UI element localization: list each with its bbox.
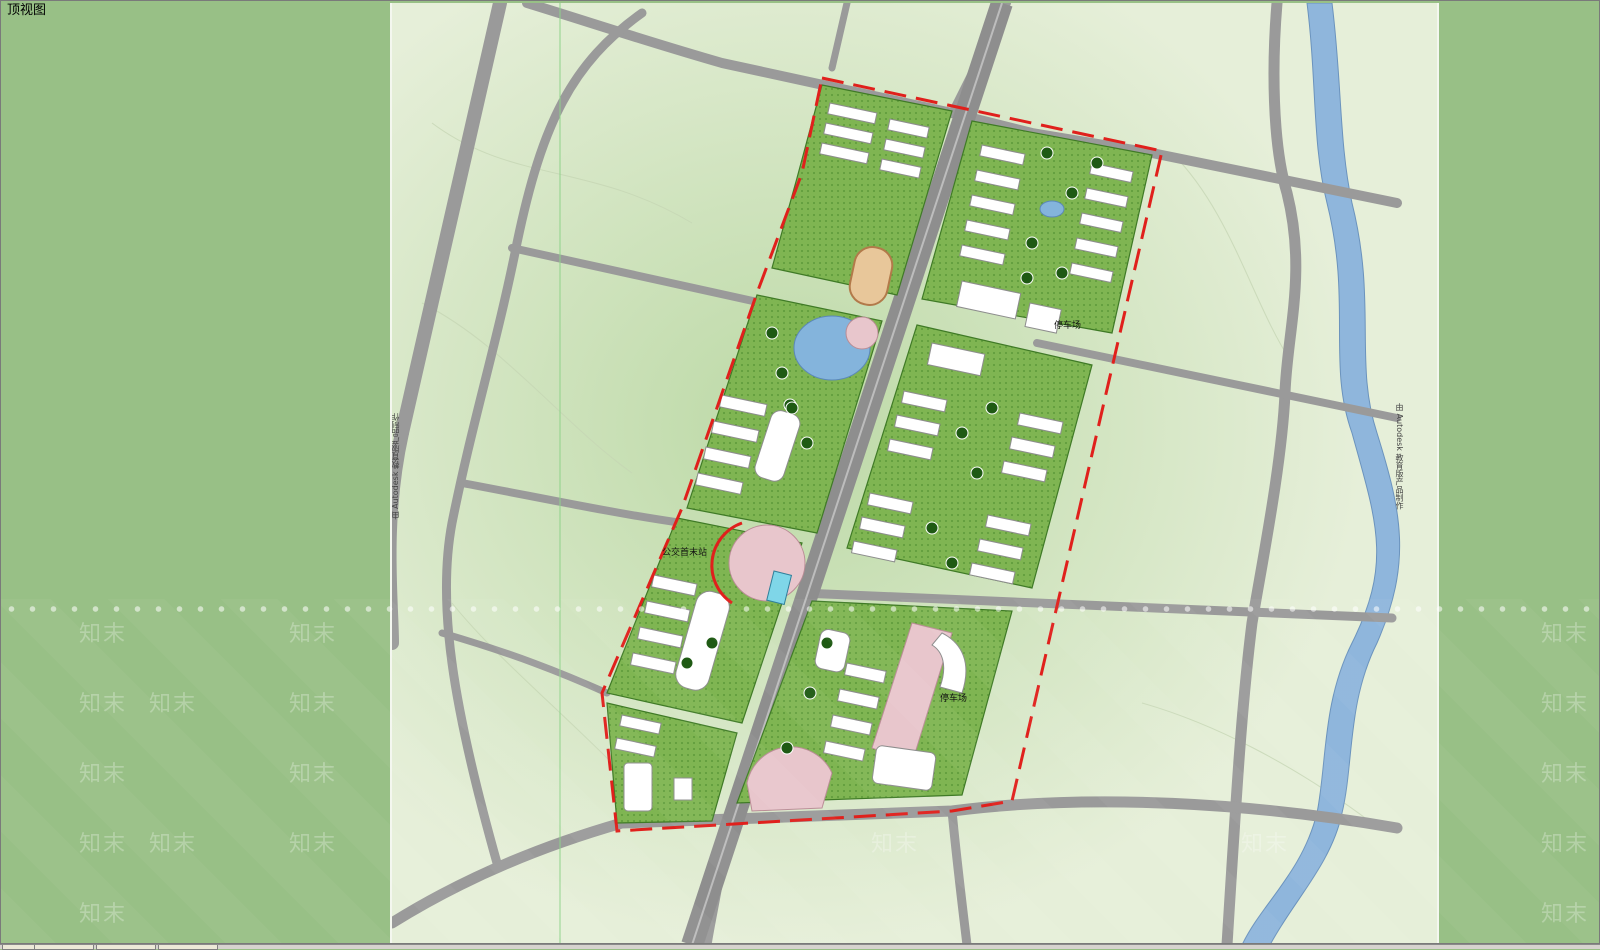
watermark-text: 知末 bbox=[79, 762, 128, 787]
layout-tab-bar bbox=[0, 944, 1600, 950]
side-label-right: 由 Autodesk 教育版产品制作 bbox=[1395, 403, 1404, 510]
watermark-text: 知末 bbox=[79, 832, 128, 857]
viewport-top-view[interactable]: 顶视图 停车场 停车场 公交首末站 由 Autodesk 教育版产品制作 由 A… bbox=[0, 0, 1600, 944]
label-transit-center: 公交首末站 bbox=[662, 546, 707, 558]
plaza-north-circle bbox=[845, 316, 879, 350]
label-parking-south: 停车场 bbox=[940, 692, 967, 704]
watermark-text: 知末 bbox=[289, 692, 338, 717]
layout-tab[interactable] bbox=[34, 945, 94, 950]
watermark-text: 知末 bbox=[1541, 832, 1590, 857]
watermark-text: 知末 bbox=[149, 692, 198, 717]
plaza-roundabout bbox=[728, 524, 806, 602]
watermark-text: 知末 bbox=[289, 622, 338, 647]
watermark-text: 知末 bbox=[149, 832, 198, 857]
site-plan-drawing: 停车场 停车场 公交首末站 bbox=[392, 3, 1437, 943]
drawing-sheet: 停车场 停车场 公交首末站 由 Autodesk 教育版产品制作 由 Autod… bbox=[390, 3, 1439, 943]
layout-tab[interactable] bbox=[158, 945, 218, 950]
watermark-text: 知末 bbox=[1541, 762, 1590, 787]
watermark-text: 知末 bbox=[79, 622, 128, 647]
watermark-text: 知末 bbox=[289, 762, 338, 787]
watermark-text: 知末 bbox=[289, 832, 338, 857]
watermark-text: 知末 bbox=[1541, 902, 1590, 927]
viewport-label[interactable]: 顶视图 bbox=[7, 2, 46, 20]
label-parking-north: 停车场 bbox=[1054, 319, 1081, 331]
layout-tab[interactable] bbox=[96, 945, 156, 950]
pond-northeast bbox=[1039, 200, 1065, 218]
watermark-text: 知末 bbox=[1541, 622, 1590, 647]
watermark-text: 知末 bbox=[79, 902, 128, 927]
watermark-text: 知末 bbox=[79, 692, 128, 717]
side-label-left: 由 Autodesk 教育版产品制作 bbox=[391, 413, 400, 520]
watermark-text: 知末 bbox=[1541, 692, 1590, 717]
